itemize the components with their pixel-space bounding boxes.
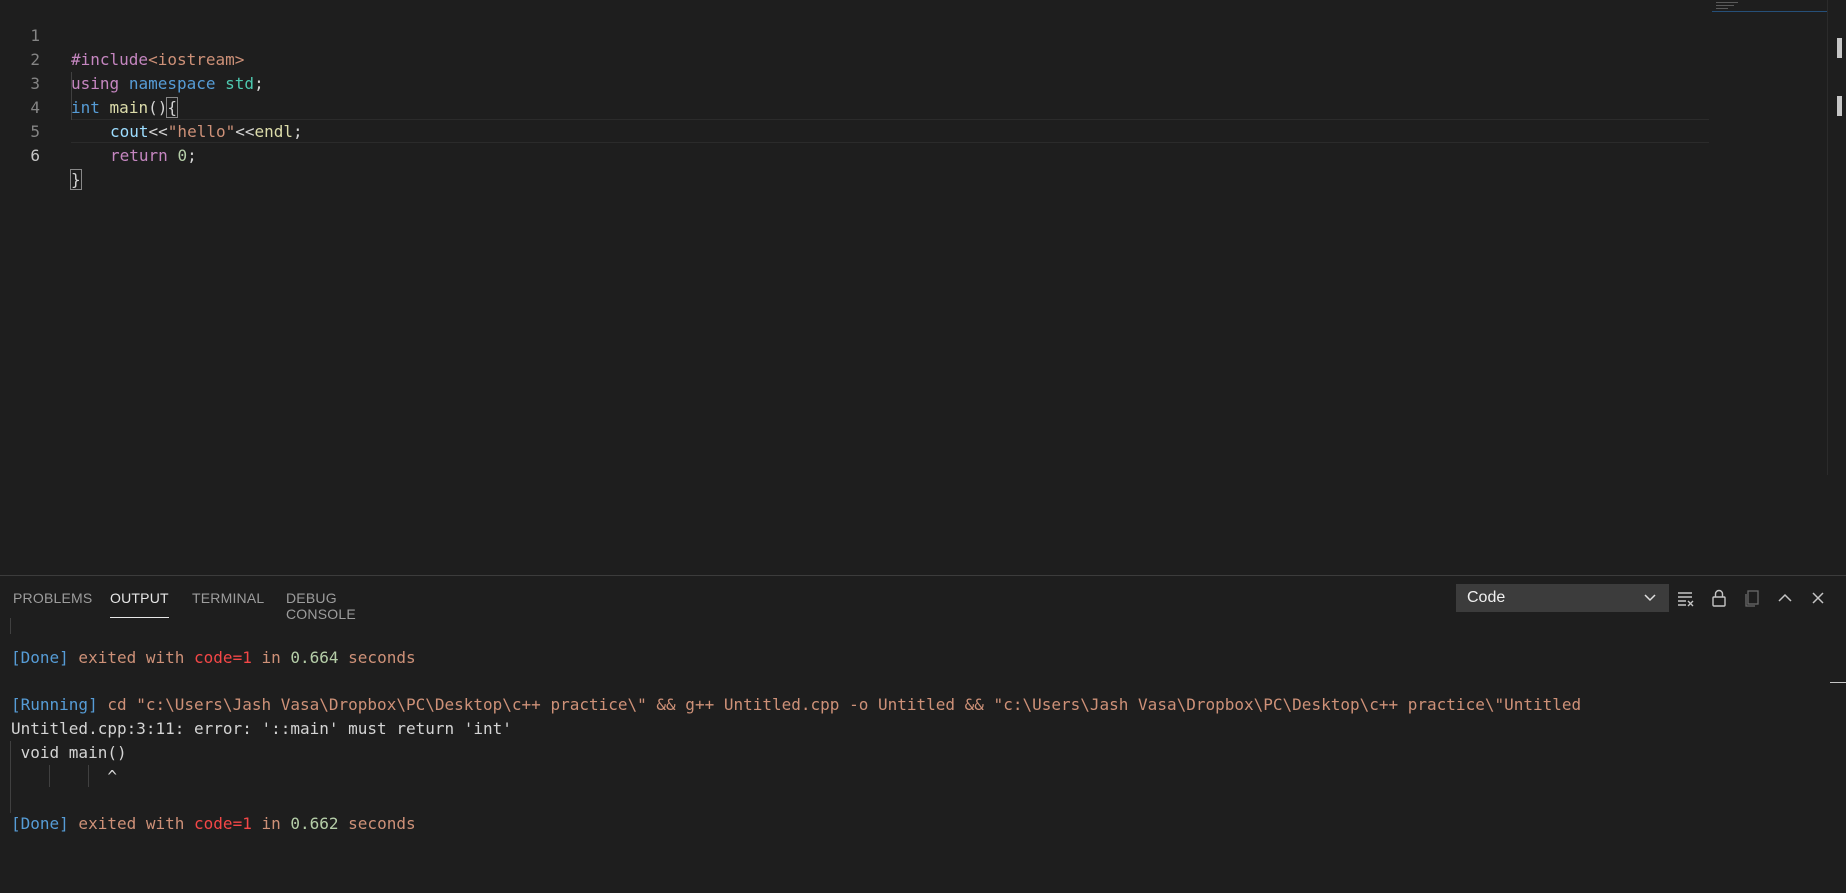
token-bracket: } <box>70 169 82 190</box>
copy-icon <box>1742 588 1762 608</box>
code-line[interactable]: 1 #include<iostream> <box>0 0 244 69</box>
token-punct: () <box>148 98 168 117</box>
output-line: Untitled.cpp:3:11: error: '::main' must … <box>11 719 512 738</box>
token-punct: ; <box>187 146 197 165</box>
lock-icon[interactable] <box>1709 588 1729 608</box>
token-keyword: namespace <box>128 74 216 93</box>
token-type: int <box>71 98 100 117</box>
code-editor[interactable]: 1 #include<iostream> 2 using namespace s… <box>0 0 1846 575</box>
current-line-highlight <box>71 119 1709 143</box>
output-line: ^ <box>11 767 117 786</box>
code-line[interactable]: 3 int main(){ <box>0 48 178 118</box>
token-operator: << <box>235 122 255 141</box>
token-punct: ; <box>293 122 303 141</box>
minimap[interactable] <box>1712 0 1827 14</box>
tab-output[interactable]: OUTPUT <box>110 590 169 618</box>
token-punct: ; <box>254 74 264 93</box>
output-channel-value: Code <box>1467 589 1506 606</box>
line-number: 6 <box>30 146 40 165</box>
output-line: [Running] cd "c:\Users\Jash Vasa\Dropbox… <box>11 695 1582 714</box>
token-identifier: cout <box>110 122 149 141</box>
output-line: [Done] exited with code=1 in 0.662 secon… <box>11 814 416 833</box>
output-line: void main() <box>11 743 127 762</box>
code-line[interactable]: 6 } <box>0 120 82 190</box>
output-log[interactable]: [Done] exited with code=1 in 0.664 secon… <box>0 618 1846 893</box>
scrollbar-marker <box>1837 96 1842 116</box>
token-keyword: using <box>71 74 120 93</box>
chevron-up-icon[interactable] <box>1775 588 1795 608</box>
code-line[interactable]: 4 cout<<"hello"<<endl; <box>0 72 302 141</box>
output-channel-select[interactable]: Code <box>1456 584 1669 612</box>
editor-scrollbar[interactable] <box>1827 0 1846 475</box>
token-bracket: { <box>166 97 178 118</box>
output-scrollbar-marker <box>1830 682 1846 683</box>
code-line[interactable]: 2 using namespace std; <box>0 24 263 93</box>
token-keyword: return <box>110 146 168 165</box>
close-icon[interactable] <box>1808 588 1828 608</box>
tab-terminal[interactable]: TERMINAL <box>192 590 264 606</box>
token-function: main <box>109 98 149 117</box>
token-string: "hello" <box>167 122 236 141</box>
token-identifier: endl <box>254 122 294 141</box>
code-line[interactable]: 5 return 0; <box>0 96 196 165</box>
token-header: <iostream> <box>148 50 245 69</box>
output-line: [Done] exited with code=1 in 0.664 secon… <box>11 648 416 667</box>
scrollbar-marker <box>1837 38 1842 58</box>
token-operator: << <box>148 122 168 141</box>
token-preprocessor: #include <box>71 50 149 69</box>
bottom-panel: PROBLEMS OUTPUT TERMINAL DEBUG CONSOLE C… <box>0 575 1846 893</box>
chevron-down-icon <box>1644 594 1656 602</box>
tab-problems[interactable]: PROBLEMS <box>13 590 92 606</box>
clear-output-icon[interactable] <box>1676 588 1696 608</box>
token-namespace: std <box>225 74 255 93</box>
indent-guide <box>10 618 11 634</box>
token-number: 0 <box>177 146 188 165</box>
